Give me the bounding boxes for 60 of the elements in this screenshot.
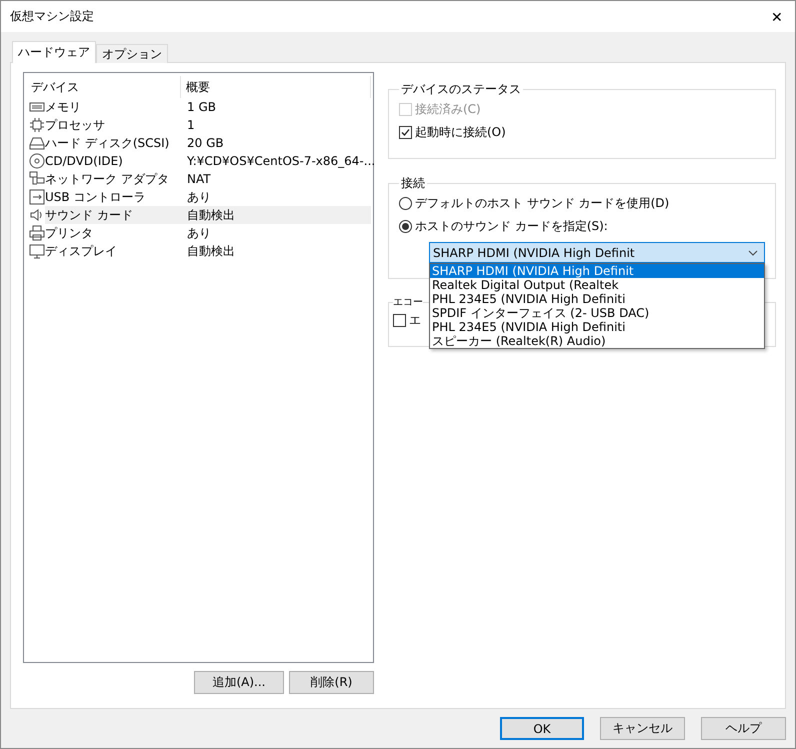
checkbox-label: 起動時に接続(O): [415, 124, 506, 141]
checkbox-label: エ: [409, 312, 421, 329]
device-summary: あり: [186, 224, 212, 242]
device-summary: あり: [186, 188, 212, 206]
printer-icon: [29, 225, 45, 241]
checkmark-icon: [401, 128, 410, 137]
radio-option[interactable]: ホストのサウンド カードを指定(S):: [399, 217, 608, 236]
group-title: 接続: [400, 175, 426, 192]
add-button[interactable]: 追加(A)...: [194, 671, 284, 694]
column-header[interactable]: デバイス: [26, 76, 181, 98]
device-name[interactable]: プロセッサ: [45, 116, 181, 134]
window-title: 仮想マシン設定: [10, 8, 94, 25]
radio-button[interactable]: [399, 197, 412, 210]
dropdown-option[interactable]: PHL 234E5 (NVIDIA High Definiti: [430, 292, 764, 306]
dropdown-option[interactable]: SHARP HDMI (NVIDIA High Definit: [430, 264, 764, 278]
device-summary: 自動検出: [186, 242, 236, 260]
dropdown-option[interactable]: SPDIF インターフェイス (2- USB DAC): [430, 306, 764, 320]
dialog-button[interactable]: OK: [500, 717, 584, 740]
device-summary: Y:¥CD¥OS¥CentOS-7-x86_64-...: [186, 153, 376, 170]
device-summary: 20 GB: [186, 135, 225, 152]
radio-label: ホストのサウンド カードを指定(S):: [415, 218, 608, 235]
device-summary: 自動検出: [181, 206, 371, 224]
device-name[interactable]: プリンタ: [45, 224, 181, 242]
radio-button[interactable]: [399, 220, 412, 233]
checkbox[interactable]: [399, 126, 412, 139]
chevron-down-icon: [748, 250, 758, 256]
disc-icon: [29, 153, 45, 169]
dialog-button[interactable]: キャンセル: [600, 717, 685, 740]
tab[interactable]: ハードウェア: [12, 41, 96, 63]
checkbox-option[interactable]: 起動時に接続(O): [399, 123, 506, 142]
checkbox-option[interactable]: エ: [393, 311, 421, 330]
close-button[interactable]: ✕: [767, 8, 787, 24]
device-name[interactable]: CD/DVD(IDE): [45, 152, 181, 170]
usb-icon: [29, 189, 45, 205]
device-name[interactable]: ハード ディスク(SCSI): [45, 134, 181, 152]
network-icon: [29, 171, 45, 187]
device-name[interactable]: USB コントローラ: [45, 188, 181, 206]
device-name[interactable]: メモリ: [45, 98, 181, 116]
dropdown-option[interactable]: Realtek Digital Output (Realtek: [430, 278, 764, 292]
device-name[interactable]: ディスプレイ: [45, 242, 181, 260]
radio-option[interactable]: デフォルトのホスト サウンド カードを使用(D): [399, 194, 670, 213]
dialog-button[interactable]: ヘルプ: [701, 717, 786, 740]
sound-card-dropdown[interactable]: SHARP HDMI (NVIDIA High Definit: [429, 242, 765, 263]
device-name[interactable]: サウンド カード: [45, 206, 181, 224]
group-title: デバイスのステータス: [400, 81, 522, 98]
radio-label: デフォルトのホスト サウンド カードを使用(D): [415, 195, 670, 212]
tab[interactable]: オプション: [96, 44, 168, 63]
device-summary: 1: [186, 117, 196, 134]
chip-icon: [29, 117, 45, 133]
remove-button[interactable]: 削除(R): [289, 671, 374, 694]
checkbox-label: 接続済み(C): [415, 101, 481, 118]
monitor-icon: [29, 243, 45, 259]
checkbox[interactable]: [393, 314, 406, 327]
device-name[interactable]: ネットワーク アダプタ: [45, 170, 181, 188]
device-summary: 1 GB: [186, 99, 217, 116]
group-title: エコー: [393, 296, 423, 309]
device-summary: NAT: [186, 171, 212, 188]
dropdown-option[interactable]: PHL 234E5 (NVIDIA High Definiti: [430, 320, 764, 334]
column-header[interactable]: 概要: [181, 76, 371, 98]
dropdown-option[interactable]: スピーカー (Realtek(R) Audio): [430, 334, 764, 348]
